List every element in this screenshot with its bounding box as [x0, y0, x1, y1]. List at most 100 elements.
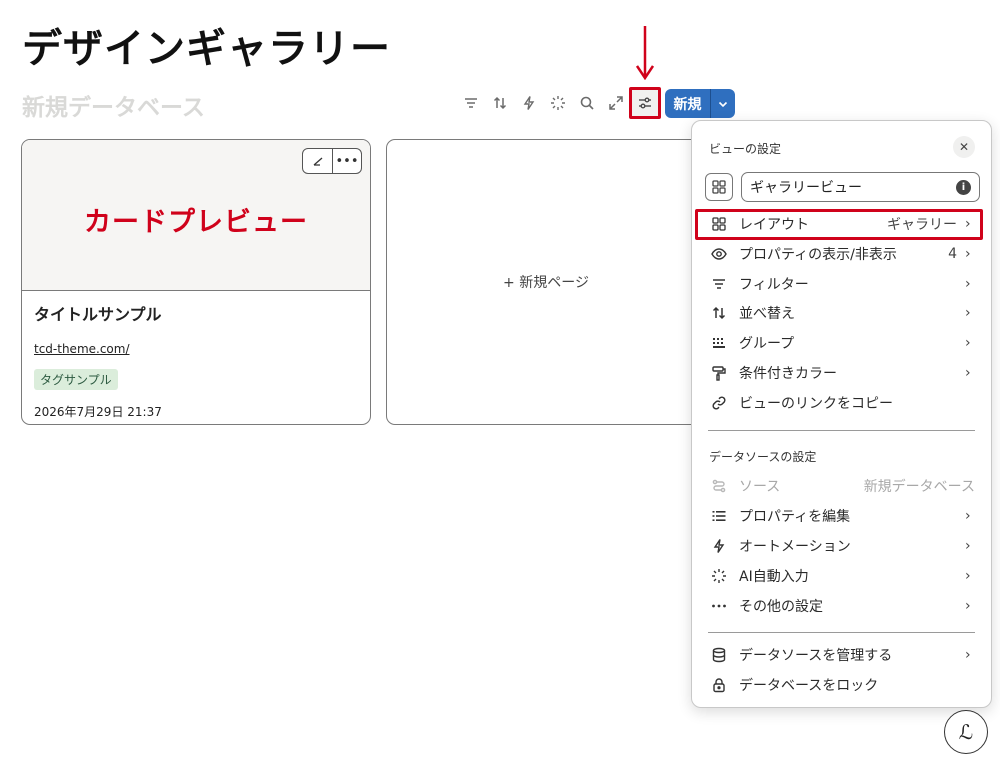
- list-icon: [710, 507, 728, 525]
- source-icon: [710, 477, 728, 495]
- menu-item-manage-datasource[interactable]: データソースを管理する ›: [705, 641, 983, 669]
- edit-button[interactable]: [303, 149, 332, 173]
- chevron-right-icon: ›: [965, 598, 971, 614]
- annotation-arrow-icon: [636, 26, 654, 80]
- menu-item-label: 並べ替え: [739, 306, 795, 322]
- database-title[interactable]: 新規データベース: [22, 88, 205, 122]
- new-dropdown-button[interactable]: [711, 89, 735, 118]
- card-preview: カードプレビュー •••: [22, 140, 370, 291]
- ai-autofill-icon[interactable]: [547, 92, 569, 114]
- more-icon: •••: [335, 153, 359, 169]
- notion-page: デザインギャラリー 新規データベース 新規 カードプレビュー ••• タイトルサ…: [0, 0, 1000, 759]
- database-icon: [710, 646, 728, 664]
- paint-roller-icon: [710, 364, 728, 382]
- more-button[interactable]: •••: [332, 149, 361, 173]
- chevron-right-icon: ›: [965, 568, 971, 584]
- datasource-section-label: データソースの設定: [709, 450, 817, 464]
- view-settings-button[interactable]: [629, 87, 661, 119]
- automation-icon[interactable]: [518, 92, 540, 114]
- help-button[interactable]: ℒ: [944, 710, 988, 754]
- pencil-icon: [313, 157, 322, 166]
- menu-item-value: 4: [948, 246, 957, 262]
- menu-item-label: フィルター: [739, 277, 809, 293]
- page-title: デザインギャラリー: [22, 26, 391, 72]
- new-button[interactable]: 新規: [665, 89, 711, 118]
- card-actions: •••: [302, 148, 362, 174]
- divider: [708, 632, 975, 633]
- card-tag: タグサンプル: [34, 369, 118, 390]
- menu-item-label: その他の設定: [739, 599, 823, 615]
- menu-item-value: ギャラリー: [887, 217, 957, 233]
- menu-item-sort[interactable]: 並べ替え ›: [705, 299, 983, 327]
- menu-item-layout[interactable]: レイアウト ギャラリー ›: [705, 210, 983, 238]
- card-preview-label: カードプレビュー: [84, 207, 308, 238]
- link-icon: [710, 394, 728, 412]
- eye-icon: [710, 245, 728, 263]
- card-body: タイトルサンプル tcd-theme.com/ タグサンプル 2026年7月29…: [22, 291, 370, 424]
- menu-item-label: プロパティの表示/非表示: [739, 247, 897, 263]
- menu-item-ai-autofill[interactable]: AI自動入力 ›: [705, 562, 983, 590]
- lightning-icon: [710, 537, 728, 555]
- menu-item-copy-link[interactable]: ビューのリンクをコピー: [705, 389, 983, 417]
- menu-item-edit-properties[interactable]: プロパティを編集 ›: [705, 502, 983, 530]
- menu-item-label: データソースを管理する: [739, 648, 893, 664]
- more-icon: [710, 597, 728, 615]
- expand-icon[interactable]: [605, 92, 627, 114]
- card-title: タイトルサンプル: [34, 305, 162, 324]
- menu-item-label: 条件付きカラー: [739, 366, 837, 382]
- view-icon-button[interactable]: [705, 173, 733, 201]
- menu-item-label: レイアウト: [739, 217, 809, 233]
- chevron-right-icon: ›: [965, 335, 971, 351]
- sort-icon[interactable]: [489, 92, 511, 114]
- layout-grid-icon: [710, 215, 728, 233]
- help-icon: ℒ: [958, 720, 974, 744]
- chevron-right-icon: ›: [965, 538, 971, 554]
- layout-grid-icon: [712, 180, 726, 194]
- chevron-right-icon: ›: [965, 647, 971, 663]
- group-icon: [710, 334, 728, 352]
- chevron-right-icon: ›: [965, 246, 971, 262]
- view-settings-icon: [639, 97, 651, 109]
- panel-header: ビューの設定: [709, 142, 782, 156]
- card-url-link[interactable]: tcd-theme.com/: [34, 342, 358, 356]
- menu-item-value: 新規データベース: [863, 479, 975, 495]
- menu-item-label: ソース: [739, 479, 781, 495]
- card-date: 2026年7月29日 21:37: [34, 405, 162, 419]
- menu-item-more-settings[interactable]: その他の設定 ›: [705, 592, 983, 620]
- menu-item-label: データベースをロック: [739, 678, 879, 694]
- view-name-input[interactable]: ギャラリービュー i: [741, 172, 980, 202]
- gallery-card[interactable]: カードプレビュー ••• タイトルサンプル tcd-theme.com/ タグサ…: [21, 139, 371, 425]
- new-button-group: 新規: [665, 89, 735, 118]
- new-page-button[interactable]: + 新規ページ: [386, 139, 706, 425]
- menu-item-label: グループ: [739, 336, 795, 352]
- menu-item-source: ソース 新規データベース: [705, 472, 983, 500]
- filter-icon[interactable]: [460, 92, 482, 114]
- menu-item-properties[interactable]: プロパティの表示/非表示 4 ›: [705, 240, 983, 268]
- close-icon: ✕: [958, 140, 970, 154]
- info-icon[interactable]: i: [956, 180, 971, 195]
- sparkle-icon: [710, 567, 728, 585]
- menu-item-label: AI自動入力: [739, 569, 809, 585]
- chevron-right-icon: ›: [965, 365, 971, 381]
- menu-item-lock-database[interactable]: データベースをロック: [705, 671, 983, 699]
- chevron-down-icon: [718, 101, 728, 107]
- chevron-right-icon: ›: [965, 305, 971, 321]
- sort-icon: [710, 304, 728, 322]
- view-name-value: ギャラリービュー: [750, 180, 862, 196]
- menu-item-automation[interactable]: オートメーション ›: [705, 532, 983, 560]
- view-settings-panel: ビューの設定 ✕ ギャラリービュー i レイアウト ギャラリー › プロパティの…: [691, 120, 992, 708]
- new-page-label: + 新規ページ: [503, 275, 589, 291]
- chevron-right-icon: ›: [965, 276, 971, 292]
- chevron-right-icon: ›: [965, 508, 971, 524]
- lock-icon: [710, 676, 728, 694]
- search-icon[interactable]: [576, 92, 598, 114]
- menu-item-group[interactable]: グループ ›: [705, 329, 983, 357]
- menu-item-label: プロパティを編集: [739, 509, 851, 525]
- filter-icon: [710, 275, 728, 293]
- menu-item-label: ビューのリンクをコピー: [739, 396, 893, 412]
- menu-item-filter[interactable]: フィルター ›: [705, 270, 983, 298]
- menu-item-label: オートメーション: [739, 539, 851, 555]
- menu-item-conditional-color[interactable]: 条件付きカラー ›: [705, 359, 983, 387]
- divider: [708, 430, 975, 431]
- close-button[interactable]: ✕: [953, 136, 975, 158]
